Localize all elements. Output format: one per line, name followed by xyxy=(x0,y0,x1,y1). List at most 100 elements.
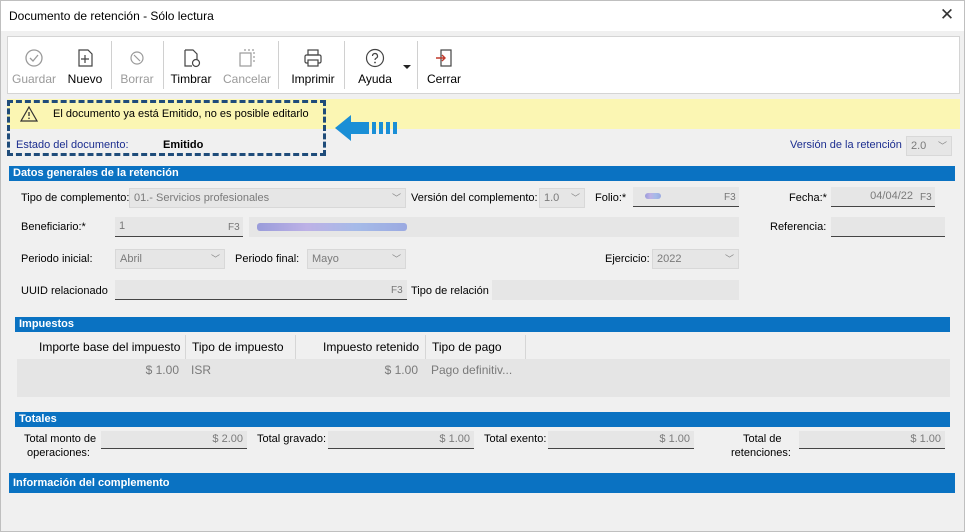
total-retenciones-field: $ 1.00 xyxy=(799,431,945,449)
total-retenciones-label: Total de xyxy=(743,433,782,445)
close-button[interactable]: Cerrar xyxy=(422,37,466,93)
version-complemento-label: Versión del complemento: xyxy=(411,192,538,204)
tipo-complemento-select[interactable]: 01.- Servicios profesionales ﹀ xyxy=(129,188,406,208)
beneficiario-field[interactable]: 1 F3 xyxy=(115,217,243,237)
help-label: Ayuda xyxy=(358,72,392,86)
total-retenciones-label-line1: Total de xyxy=(743,433,782,445)
section-datos-generales-title: Datos generales de la retención xyxy=(13,167,179,179)
chevron-down-icon: ﹀ xyxy=(724,254,734,264)
periodo-final-select[interactable]: Mayo ﹀ xyxy=(307,249,406,269)
chevron-down-icon: ﹀ xyxy=(391,254,401,264)
referencia-field[interactable] xyxy=(831,217,945,237)
save-button[interactable]: Guardar xyxy=(10,37,58,93)
table-row[interactable]: $ 1.00 ISR $ 1.00 Pago definitiv... xyxy=(17,359,950,397)
section-informacion-complemento: Información del complemento xyxy=(9,473,955,493)
ejercicio-value: 2022 xyxy=(657,253,682,265)
dropdown-arrow-icon xyxy=(403,65,411,69)
column-header[interactable]: Importe base del impuesto xyxy=(35,335,201,359)
toolbar-separator xyxy=(417,41,418,89)
total-retenciones-label-2: retenciones: xyxy=(731,447,791,459)
periodo-inicial-select[interactable]: Abril ﹀ xyxy=(115,249,225,269)
section-impuestos-title: Impuestos xyxy=(19,318,75,330)
total-operaciones-field: $ 2.00 xyxy=(101,431,247,449)
folio-field[interactable]: F3 xyxy=(633,187,739,207)
print-label: Imprimir xyxy=(291,72,335,86)
stamp-button[interactable]: Timbrar xyxy=(166,37,216,93)
redacted-value xyxy=(257,223,407,231)
column-header[interactable]: Tipo de impuesto xyxy=(188,335,298,359)
help-dropdown-button[interactable] xyxy=(400,37,414,93)
ejercicio-select[interactable]: 2022 ﹀ xyxy=(652,249,739,269)
column-header[interactable]: Tipo de pago xyxy=(428,335,538,359)
toolbar-separator xyxy=(111,41,112,89)
uuid-f3-hint: F3 xyxy=(391,285,403,296)
check-circle-icon xyxy=(25,49,43,67)
close-icon[interactable]: ✕ xyxy=(938,6,956,24)
arrow-left-icon xyxy=(335,115,397,141)
stamp-document-icon xyxy=(184,49,201,68)
close-label: Cerrar xyxy=(426,72,461,86)
beneficiario-f3-hint: F3 xyxy=(228,222,240,233)
new-button[interactable]: Nuevo xyxy=(62,37,108,93)
column-header[interactable]: Impuesto retenido xyxy=(319,335,429,359)
uuid-field[interactable]: F3 xyxy=(115,280,407,300)
exit-door-icon xyxy=(436,49,452,67)
referencia-label: Referencia: xyxy=(770,221,827,233)
printer-icon xyxy=(304,49,322,67)
section-totales: Totales xyxy=(15,412,950,427)
version-retencion-select[interactable]: 2.0 ﹀ xyxy=(906,136,952,156)
estado-value: Emitido xyxy=(163,139,204,151)
table-cell: $ 1.00 xyxy=(145,363,179,377)
tipo-complemento-label: Tipo de complemento: xyxy=(21,192,130,204)
tipo-complemento-value: 01.- Servicios profesionales xyxy=(134,192,270,204)
delete-label: Borrar xyxy=(120,72,154,86)
toolbar-separator xyxy=(344,41,345,89)
new-document-icon xyxy=(78,49,93,67)
cancel-label: Cancelar xyxy=(222,72,272,86)
table-cell: $ 1.00 xyxy=(384,363,418,377)
document-window: Documento de retención - Sólo lectura ✕ … xyxy=(0,0,965,532)
toolbar: Guardar Nuevo Borrar Timbrar Cancelar Im… xyxy=(7,36,960,94)
window-title: Documento de retención - Sólo lectura xyxy=(9,9,214,23)
toolbar-separator xyxy=(278,41,279,89)
delete-button[interactable]: Borrar xyxy=(114,37,160,93)
total-exento-field: $ 1.00 xyxy=(548,431,694,449)
cancel-document-icon xyxy=(239,49,255,67)
fecha-label: Fecha:* xyxy=(789,192,827,204)
total-exento-label: Total exento: xyxy=(484,433,547,445)
total-gravado-field: $ 1.00 xyxy=(328,431,474,449)
cancel-button[interactable]: Cancelar xyxy=(220,37,274,93)
version-complemento-select[interactable]: 1.0 ﹀ xyxy=(539,188,585,208)
section-datos-generales: Datos generales de la retención xyxy=(9,166,955,181)
periodo-final-label: Periodo final: xyxy=(235,253,300,265)
table-cell: ISR xyxy=(191,363,212,377)
tipo-relacion-label: Tipo de relación xyxy=(411,285,489,297)
folio-label: Folio:* xyxy=(595,192,627,204)
total-operaciones-label-2: operaciones: xyxy=(27,447,90,459)
version-retencion-label: Versión de la retención xyxy=(790,139,902,151)
section-complemento-title: Información del complemento xyxy=(13,477,170,489)
impuestos-table-header: Importe base del impuesto Tipo de impues… xyxy=(17,335,950,359)
uuid-label: UUID relacionado xyxy=(21,285,108,297)
total-operaciones-label-line2: operaciones: xyxy=(27,447,90,459)
tipo-relacion-field[interactable] xyxy=(492,280,739,300)
fecha-field[interactable]: 04/04/22 F3 xyxy=(831,187,935,207)
redacted-value xyxy=(645,193,661,199)
beneficiario-value: 1 xyxy=(119,220,126,232)
table-cell: Pago definitiv... xyxy=(431,363,513,377)
help-button[interactable]: Ayuda xyxy=(350,37,400,93)
chevron-down-icon: ﹀ xyxy=(937,141,947,151)
version-retencion-value: 2.0 xyxy=(911,140,927,152)
total-gravado-label: Total gravado: xyxy=(257,433,327,445)
estado-label: Estado del documento: xyxy=(16,139,129,151)
total-operaciones-label-line1: Total monto de xyxy=(24,433,97,445)
periodo-inicial-value: Abril xyxy=(120,253,143,265)
folio-f3-hint: F3 xyxy=(724,192,736,203)
chevron-down-icon: ﹀ xyxy=(210,254,220,264)
fecha-value: 04/04/22 xyxy=(870,190,913,202)
stamp-label: Timbrar xyxy=(170,72,212,86)
print-button[interactable]: Imprimir xyxy=(284,37,342,93)
toolbar-separator xyxy=(163,41,164,89)
total-operaciones-label: Total monto de xyxy=(24,433,96,445)
ejercicio-label: Ejercicio: xyxy=(605,253,650,265)
